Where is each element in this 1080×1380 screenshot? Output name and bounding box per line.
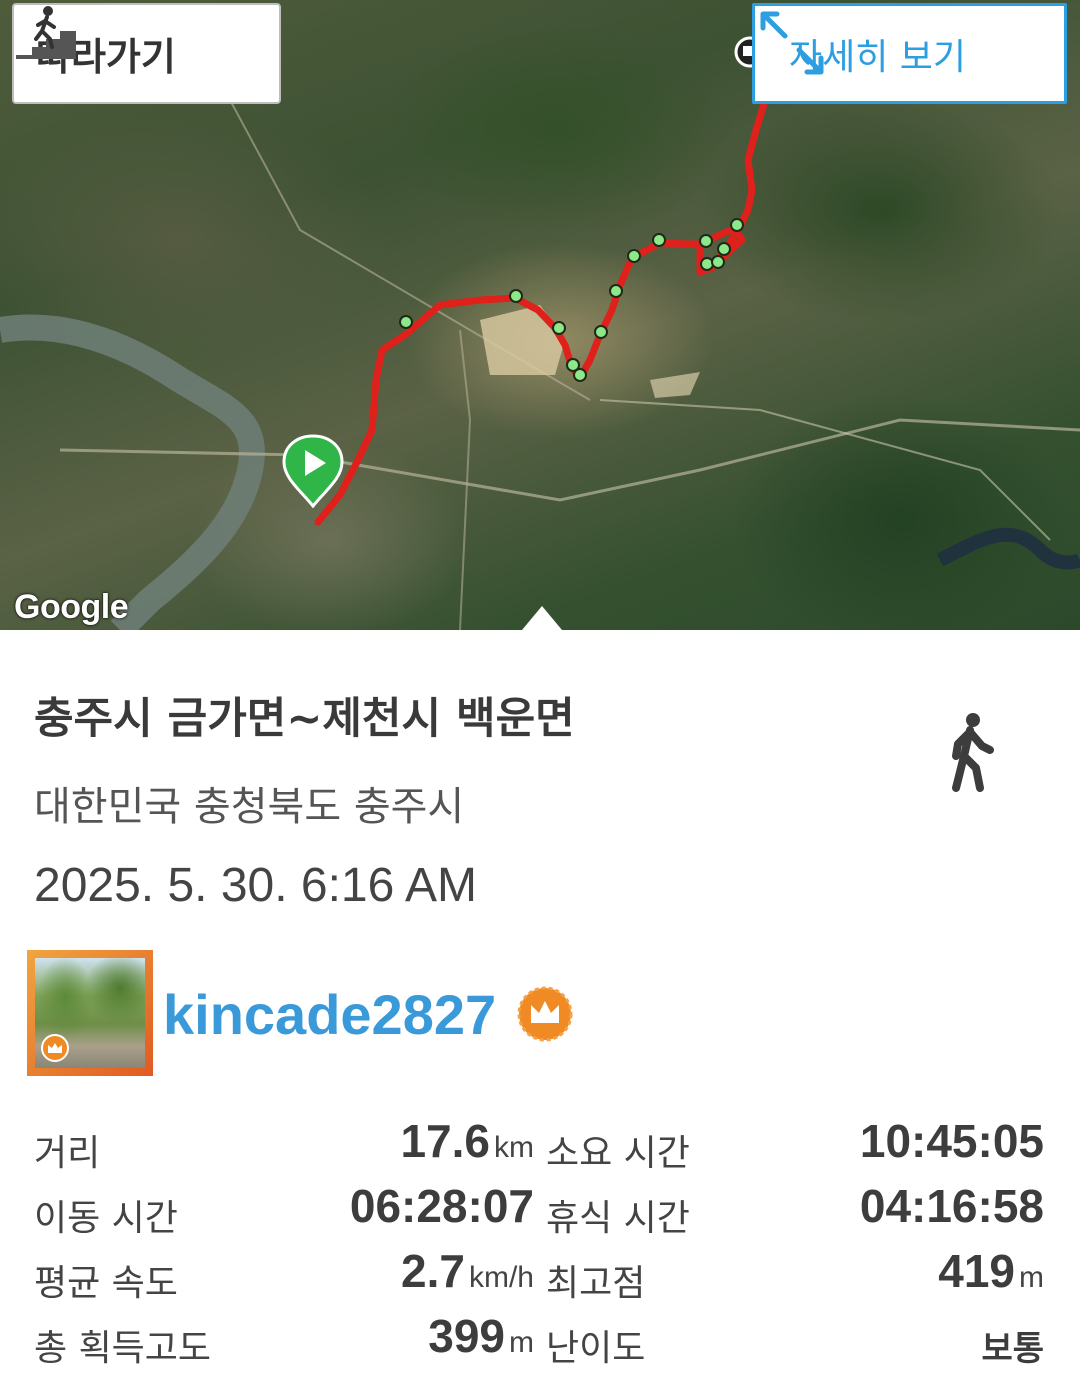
waypoint <box>509 289 523 303</box>
clearing-area <box>650 372 700 398</box>
quarry-area <box>480 305 565 375</box>
stats-row: 총 획득고도 399 m 난이도 보통 <box>0 1309 1080 1373</box>
follow-button[interactable]: 따라가기 <box>12 3 281 104</box>
waypoint <box>627 249 641 263</box>
moving-time-value: 06:28:07 <box>349 1180 534 1232</box>
stats-row: 평균 속도 2.7 km/h 최고점 419 m <box>0 1244 1080 1308</box>
walking-person-icon <box>952 713 994 792</box>
difficulty-value: 보통 <box>981 1329 1044 1369</box>
google-logo: Google <box>14 588 129 626</box>
track-title: 충주시 금가면~제천시 백운면 <box>34 694 575 744</box>
waypoint <box>700 257 714 271</box>
crown-icon <box>517 986 573 1042</box>
callout-pointer <box>522 606 562 630</box>
total-ascent-label: 총 획득고도 <box>34 1328 212 1369</box>
stats-row: 이동 시간 06:28:07 휴식 시간 04:16:58 <box>0 1179 1080 1243</box>
track-datetime: 2025. 5. 30. 6:16 AM <box>34 859 477 912</box>
distance-label: 거리 <box>34 1133 101 1174</box>
detail-view-button[interactable]: 자세히 보기 <box>752 3 1067 104</box>
route-line <box>314 86 772 526</box>
avatar-photo <box>35 958 145 1068</box>
waypoint <box>699 234 713 248</box>
expand-arrows-icon <box>760 11 824 75</box>
hiker-stairs-icon <box>16 6 76 59</box>
waypoint <box>711 255 725 269</box>
stats-row: 거리 17.6 km 소요 시간 10:45:05 <box>0 1114 1080 1178</box>
waypoint <box>552 321 566 335</box>
waypoint <box>609 284 623 298</box>
waypoint <box>594 325 608 339</box>
avatar[interactable] <box>27 950 153 1076</box>
river <box>0 314 265 630</box>
total-time-label: 소요 시간 <box>546 1133 690 1174</box>
difficulty-label: 난이도 <box>546 1328 646 1369</box>
road <box>59 418 1080 502</box>
rest-time-value: 04:16:58 <box>859 1180 1044 1232</box>
total-time-value: 10:45:05 <box>859 1115 1044 1167</box>
waypoint <box>652 233 666 247</box>
max-elevation-label: 최고점 <box>546 1263 646 1304</box>
waypoint <box>399 315 413 329</box>
avg-speed-value: 2.7 km/h <box>401 1245 534 1297</box>
start-marker-icon <box>282 434 344 509</box>
username-link[interactable]: kincade2827 <box>163 982 496 1047</box>
road <box>459 329 472 630</box>
lake <box>936 527 1080 570</box>
total-ascent-value: 399 m <box>428 1310 534 1362</box>
avatar-crown-icon <box>41 1034 69 1062</box>
waypoint <box>717 242 731 256</box>
distance-value: 17.6 km <box>400 1115 534 1167</box>
track-location: 대한민국 충청북도 충주시 <box>34 784 465 830</box>
road <box>599 399 1051 541</box>
avg-speed-label: 평균 속도 <box>34 1263 178 1304</box>
waypoint <box>730 218 744 232</box>
waypoint <box>573 368 587 382</box>
max-elevation-value: 419 m <box>938 1245 1044 1297</box>
map-view[interactable]: Google 따라가기 자세히 보기 <box>0 0 1080 630</box>
rest-time-label: 휴식 시간 <box>546 1198 690 1239</box>
moving-time-label: 이동 시간 <box>34 1198 178 1239</box>
